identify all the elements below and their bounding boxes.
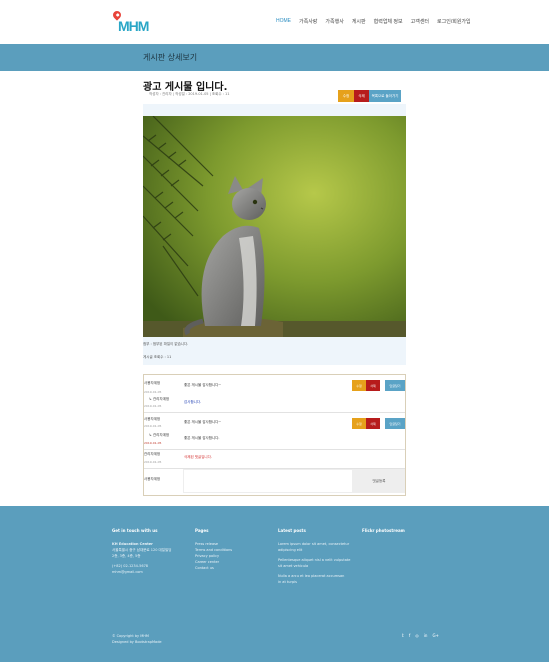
- site-logo[interactable]: MHM: [111, 9, 149, 34]
- footer-email[interactable]: mhm@gmail.com: [112, 569, 171, 575]
- delete-post-button[interactable]: 삭제: [354, 90, 369, 102]
- comment-input[interactable]: [183, 469, 353, 493]
- main-nav: HOME 가족사랑 가족행사 게시판 협력업체 정보 고객센터 로그인/회원가입: [276, 18, 471, 25]
- comment-submit-button[interactable]: 댓글등록: [353, 469, 405, 493]
- comment-divider: [144, 449, 405, 450]
- comment-edit-button[interactable]: 수정: [352, 380, 366, 391]
- nav-item-board[interactable]: 게시판: [352, 18, 366, 25]
- comment-date: 2019-01-05: [144, 390, 162, 394]
- comment-author: 사용자계정: [144, 417, 161, 421]
- view-count: 게시글 조회수 : 11: [143, 355, 172, 359]
- nav-item-home[interactable]: HOME: [276, 18, 291, 25]
- comment-reply-item: ↳ 관리자계정 2019-01-05 좋은 게시물 감사합니다.: [144, 433, 405, 447]
- comment-reply-button[interactable]: 답글달기: [385, 380, 405, 391]
- comment-text: 좋은 게시물 감사합니다~: [184, 383, 222, 387]
- post-image: [143, 116, 406, 337]
- footer-post-link[interactable]: in at turpis: [278, 579, 350, 585]
- footer-link[interactable]: Contact us: [195, 565, 232, 571]
- facebook-icon[interactable]: f: [409, 633, 410, 638]
- footer-heading: Pages: [195, 528, 209, 533]
- page-title-band: 게시판 상세보기: [0, 44, 549, 71]
- attachment-info: 첨부 : 첨부된 파일이 없습니다.: [143, 342, 189, 346]
- top-navbar: MHM HOME 가족사랑 가족행사 게시판 협력업체 정보 고객센터 로그인/…: [0, 0, 549, 44]
- linkedin-icon[interactable]: in: [424, 633, 428, 638]
- comment-date: 2019-01-05: [144, 460, 162, 464]
- comment-date: 2019-01-05: [144, 424, 162, 428]
- comment-text: 삭제된 댓글입니다.: [184, 455, 212, 459]
- comment-divider: [144, 412, 405, 413]
- comment-author: 사용자계정: [144, 381, 161, 385]
- logo-text: MHM: [118, 18, 149, 34]
- nav-item-family-events[interactable]: 가족행사: [325, 18, 343, 25]
- footer-contact: Get in touch with us KH Education Center…: [112, 528, 171, 575]
- comment-author: ↳ 관리자계정: [149, 433, 170, 437]
- social-links: 𝕥 f ◎ in G+: [402, 633, 439, 638]
- comment-text: 좋은 게시물 감사합니다.: [184, 436, 220, 440]
- comment-delete-button[interactable]: 삭제: [366, 380, 380, 391]
- comment-reply-button[interactable]: 답글달기: [385, 418, 405, 429]
- comment-reply-item: ↳ 관리자계정 2019-01-05 감사합니다.: [144, 397, 405, 411]
- footer-heading: Flickr photostream: [362, 528, 405, 533]
- back-to-list-button[interactable]: 목록으로 돌아가기: [369, 90, 401, 102]
- site-footer: Get in touch with us KH Education Center…: [0, 506, 549, 662]
- comment-item: 관리자계정 2019-01-05 삭제된 댓글입니다.: [144, 452, 405, 466]
- nav-item-login[interactable]: 로그인/회원가입: [437, 18, 471, 25]
- comment-delete-button[interactable]: 삭제: [366, 418, 380, 429]
- comment-section: 사용자계정 2019-01-05 좋은 게시물 감사합니다~ 수정 삭제 답글달…: [143, 374, 406, 496]
- nav-item-partners[interactable]: 협력업체 정보: [374, 18, 403, 25]
- comment-date: 2019-01-05: [144, 404, 162, 408]
- twitter-icon[interactable]: 𝕥: [402, 633, 404, 638]
- post-body: 첨부 : 첨부된 파일이 없습니다. 게시글 조회수 : 11: [143, 104, 406, 365]
- comment-author: ↳ 관리자계정: [149, 397, 170, 401]
- comment-text: 감사합니다.: [184, 400, 202, 404]
- footer-heading: Get in touch with us: [112, 528, 158, 533]
- page-title: 게시판 상세보기: [143, 53, 198, 62]
- footer-flickr: Flickr photostream: [362, 528, 405, 541]
- post-meta: 작성자 : 관리자 | 작성일 : 2019-01-05 | 조회수 : 11: [149, 92, 230, 96]
- comment-edit-button[interactable]: 수정: [352, 418, 366, 429]
- nav-item-support[interactable]: 고객센터: [411, 18, 429, 25]
- designer-credit[interactable]: Designed by BootstrapMade: [112, 639, 162, 645]
- comment-form-user: 사용자계정: [144, 477, 161, 481]
- comment-date: 2019-01-05: [144, 441, 162, 445]
- comment-text: 좋은 게시물 감사합니다~: [184, 420, 222, 424]
- google-plus-icon[interactable]: G+: [432, 633, 438, 638]
- post-title: 광고 게시물 입니다.: [143, 82, 228, 93]
- footer-latest-posts: Latest posts Lorem ipsum dolor sit amet,…: [278, 528, 350, 585]
- nav-item-family-love[interactable]: 가족사랑: [299, 18, 317, 25]
- comment-author: 관리자계정: [144, 452, 161, 456]
- footer-heading: Latest posts: [278, 528, 306, 533]
- edit-post-button[interactable]: 수정: [338, 90, 354, 102]
- instagram-icon[interactable]: ◎: [415, 633, 419, 638]
- copyright: © Copyright by MHM Designed by Bootstrap…: [112, 633, 162, 645]
- footer-pages: Pages Press release Terms and conditions…: [195, 528, 232, 571]
